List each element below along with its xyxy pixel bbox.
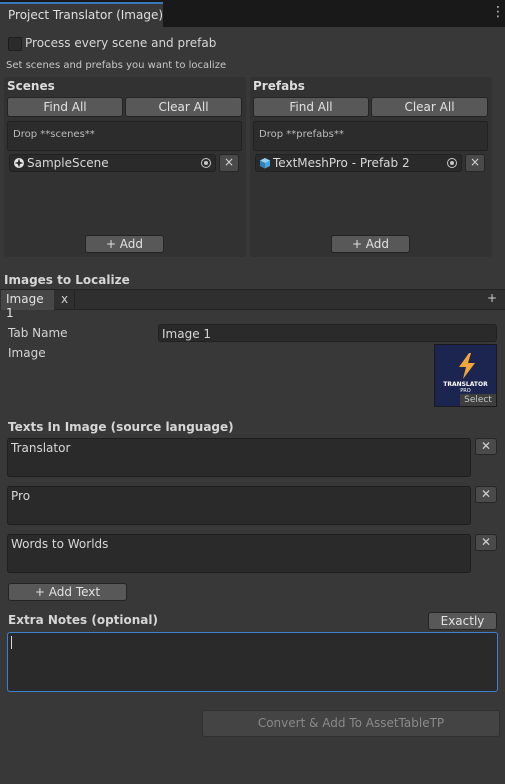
scenes-clear-all-button[interactable]: Clear All [125, 97, 242, 117]
scenes-add-button[interactable]: + Add [85, 235, 164, 253]
prefabs-clear-all-button[interactable]: Clear All [371, 97, 488, 117]
unity-scene-icon [14, 158, 24, 168]
image-label: Image [8, 346, 46, 360]
text-cursor [11, 636, 12, 649]
add-text-button[interactable]: + Add Text [8, 583, 127, 601]
more-options-icon[interactable]: ⋮ [491, 5, 505, 19]
scenes-panel: Scenes Find All Clear All Drop **scenes*… [4, 77, 246, 257]
object-picker-icon[interactable] [447, 158, 457, 168]
lightning-bolt-icon [459, 353, 475, 379]
prefabs-panel: Prefabs Find All Clear All Drop **prefab… [250, 77, 492, 257]
scenes-find-all-button[interactable]: Find All [7, 97, 123, 117]
tab-divider [74, 290, 75, 310]
close-tab-button[interactable]: x [56, 292, 73, 308]
tab-name-input[interactable]: Image 1 [158, 324, 497, 342]
window-tab[interactable]: Project Translator (Image) [0, 2, 163, 27]
select-image-button[interactable]: Select [460, 394, 496, 406]
text-entry-field[interactable]: Words to Worlds [7, 534, 471, 573]
prefabs-add-button[interactable]: + Add [331, 235, 410, 253]
scene-object-field[interactable]: SampleScene [9, 154, 216, 172]
exactly-button[interactable]: Exactly [428, 612, 497, 630]
add-tab-button[interactable]: + [487, 291, 497, 305]
remove-scene-button[interactable]: × [219, 154, 239, 172]
convert-add-button[interactable]: Convert & Add To AssetTableTP [202, 710, 500, 737]
prefab-object-field[interactable]: TextMeshPro - Prefab 2 [255, 154, 462, 172]
extra-notes-title: Extra Notes (optional) [8, 613, 158, 627]
image-tabs-bar: Image 1 x + [0, 289, 505, 320]
images-section-title: Images to Localize [4, 273, 130, 287]
scenes-drop-zone[interactable]: Drop **scenes** [7, 121, 242, 151]
editor-window-content: Process every scene and prefab Set scene… [0, 27, 505, 784]
scene-name: SampleScene [27, 156, 109, 170]
prefabs-drop-zone[interactable]: Drop **prefabs** [253, 121, 488, 151]
thumbnail-text-translator: TRANSLATOR [443, 381, 488, 388]
localize-hint: Set scenes and prefabs you want to local… [6, 60, 227, 71]
prefab-cube-icon [260, 158, 270, 169]
remove-prefab-button[interactable]: × [465, 154, 485, 172]
object-picker-icon[interactable] [201, 158, 211, 168]
text-entry-field[interactable]: Pro [7, 486, 471, 525]
scenes-title: Scenes [7, 79, 55, 93]
image-preview-field[interactable]: TRANSLATOR PRO Select [434, 344, 497, 407]
prefabs-find-all-button[interactable]: Find All [253, 97, 369, 117]
text-entry-field[interactable]: Translator [7, 438, 471, 477]
extra-notes-input[interactable] [7, 632, 498, 692]
tab-image-1[interactable]: Image 1 [1, 290, 54, 320]
process-all-label: Process every scene and prefab [25, 36, 217, 50]
process-all-checkbox[interactable] [8, 37, 22, 51]
remove-text-button[interactable]: ✕ [475, 534, 497, 551]
remove-text-button[interactable]: ✕ [475, 438, 497, 455]
prefabs-title: Prefabs [253, 79, 305, 93]
tab-name-label: Tab Name [8, 326, 68, 340]
texts-section-title: Texts In Image (source language) [8, 420, 234, 434]
remove-text-button[interactable]: ✕ [475, 486, 497, 503]
prefab-name: TextMeshPro - Prefab 2 [273, 156, 410, 170]
window-tab-bar: Project Translator (Image) ⋮ [0, 0, 505, 27]
